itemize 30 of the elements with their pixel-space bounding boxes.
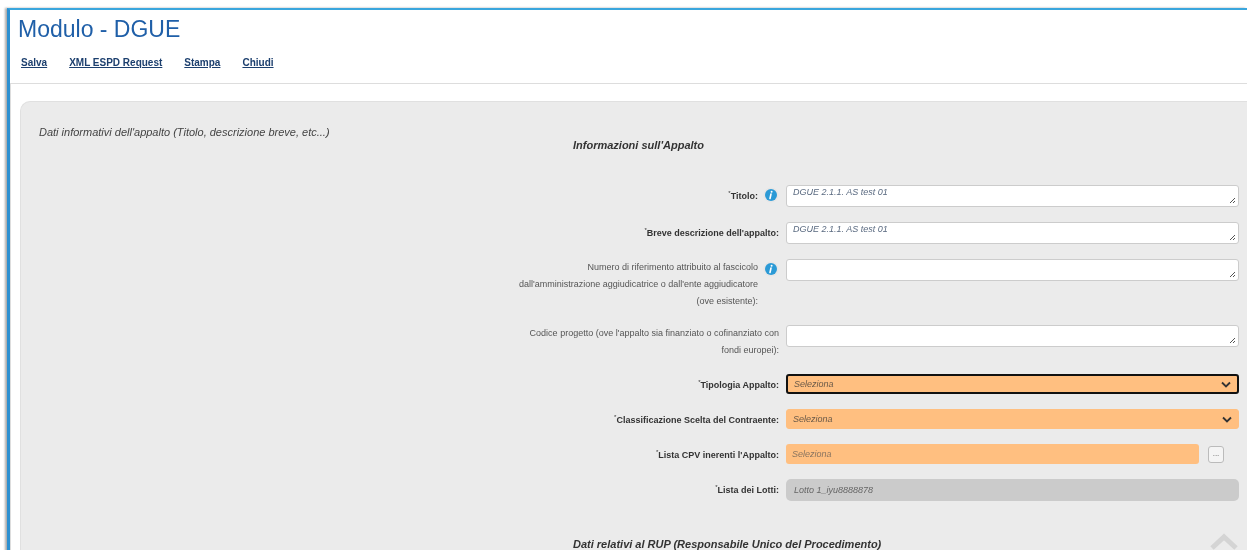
field-label: $^{*}$Classificazione Scelta del Contraente: <box>614 413 779 427</box>
text-area[interactable]: DGUE 2.1.1. AS test 01 <box>786 222 1239 244</box>
field-label: $^{*}$Lista CPV inerenti l'Appalto: <box>656 448 779 462</box>
toolbar-link[interactable]: Salva <box>21 57 48 79</box>
select-field[interactable]: Seleziona <box>786 409 1239 429</box>
resize-grip-icon[interactable] <box>1228 233 1236 241</box>
toolbar-link[interactable]: Chiudi <box>242 57 274 79</box>
section-title: Dati relativi al RUP (Responsabile Unico del Procedimento) <box>573 538 882 550</box>
chevron-down-icon <box>1221 380 1231 388</box>
browse-button[interactable]: ... <box>1208 445 1224 463</box>
field-label: $^{*}$Lista dei Lotti: <box>715 483 779 497</box>
resize-grip-icon[interactable] <box>1228 270 1236 278</box>
toolbar-link[interactable]: Stampa <box>184 57 221 79</box>
resize-grip-icon[interactable] <box>1228 196 1236 204</box>
window-title: Modulo - DGUE <box>17 15 181 43</box>
panel-caption: Dati informativi dell'appalto (Titolo, descrizione breve, etc...) <box>39 125 330 139</box>
section-title: Informazioni sull'Appalto <box>573 139 704 151</box>
field-label: Numero di riferimento attribuito al fascicolo dall'amministrazione aggiudicatrice o dall'ente aggiudicatore (ove esistente): <box>517 261 758 308</box>
info-icon[interactable] <box>763 261 779 277</box>
field-label: $^{*}$Titolo: <box>728 189 758 203</box>
field-label: Codice progetto (ove l'appalto sia finanziato o cofinanziato con fondi europei): <box>528 327 779 357</box>
readonly-field: Lotto 1_iyu8888878 <box>786 479 1239 501</box>
field-label: $^{*}$Tipologia Appalto: <box>698 378 779 392</box>
chevron-down-icon <box>1222 415 1232 423</box>
info-icon[interactable] <box>763 187 779 203</box>
toolbar-link[interactable]: XML ESPD Request <box>69 57 163 79</box>
field-label: $^{*}$Breve descrizione dell'appalto: <box>644 226 779 240</box>
resize-grip-icon[interactable] <box>1228 336 1236 344</box>
select-field[interactable]: Seleziona <box>786 374 1239 394</box>
text-area[interactable]: DGUE 2.1.1. AS test 01 <box>786 185 1239 207</box>
